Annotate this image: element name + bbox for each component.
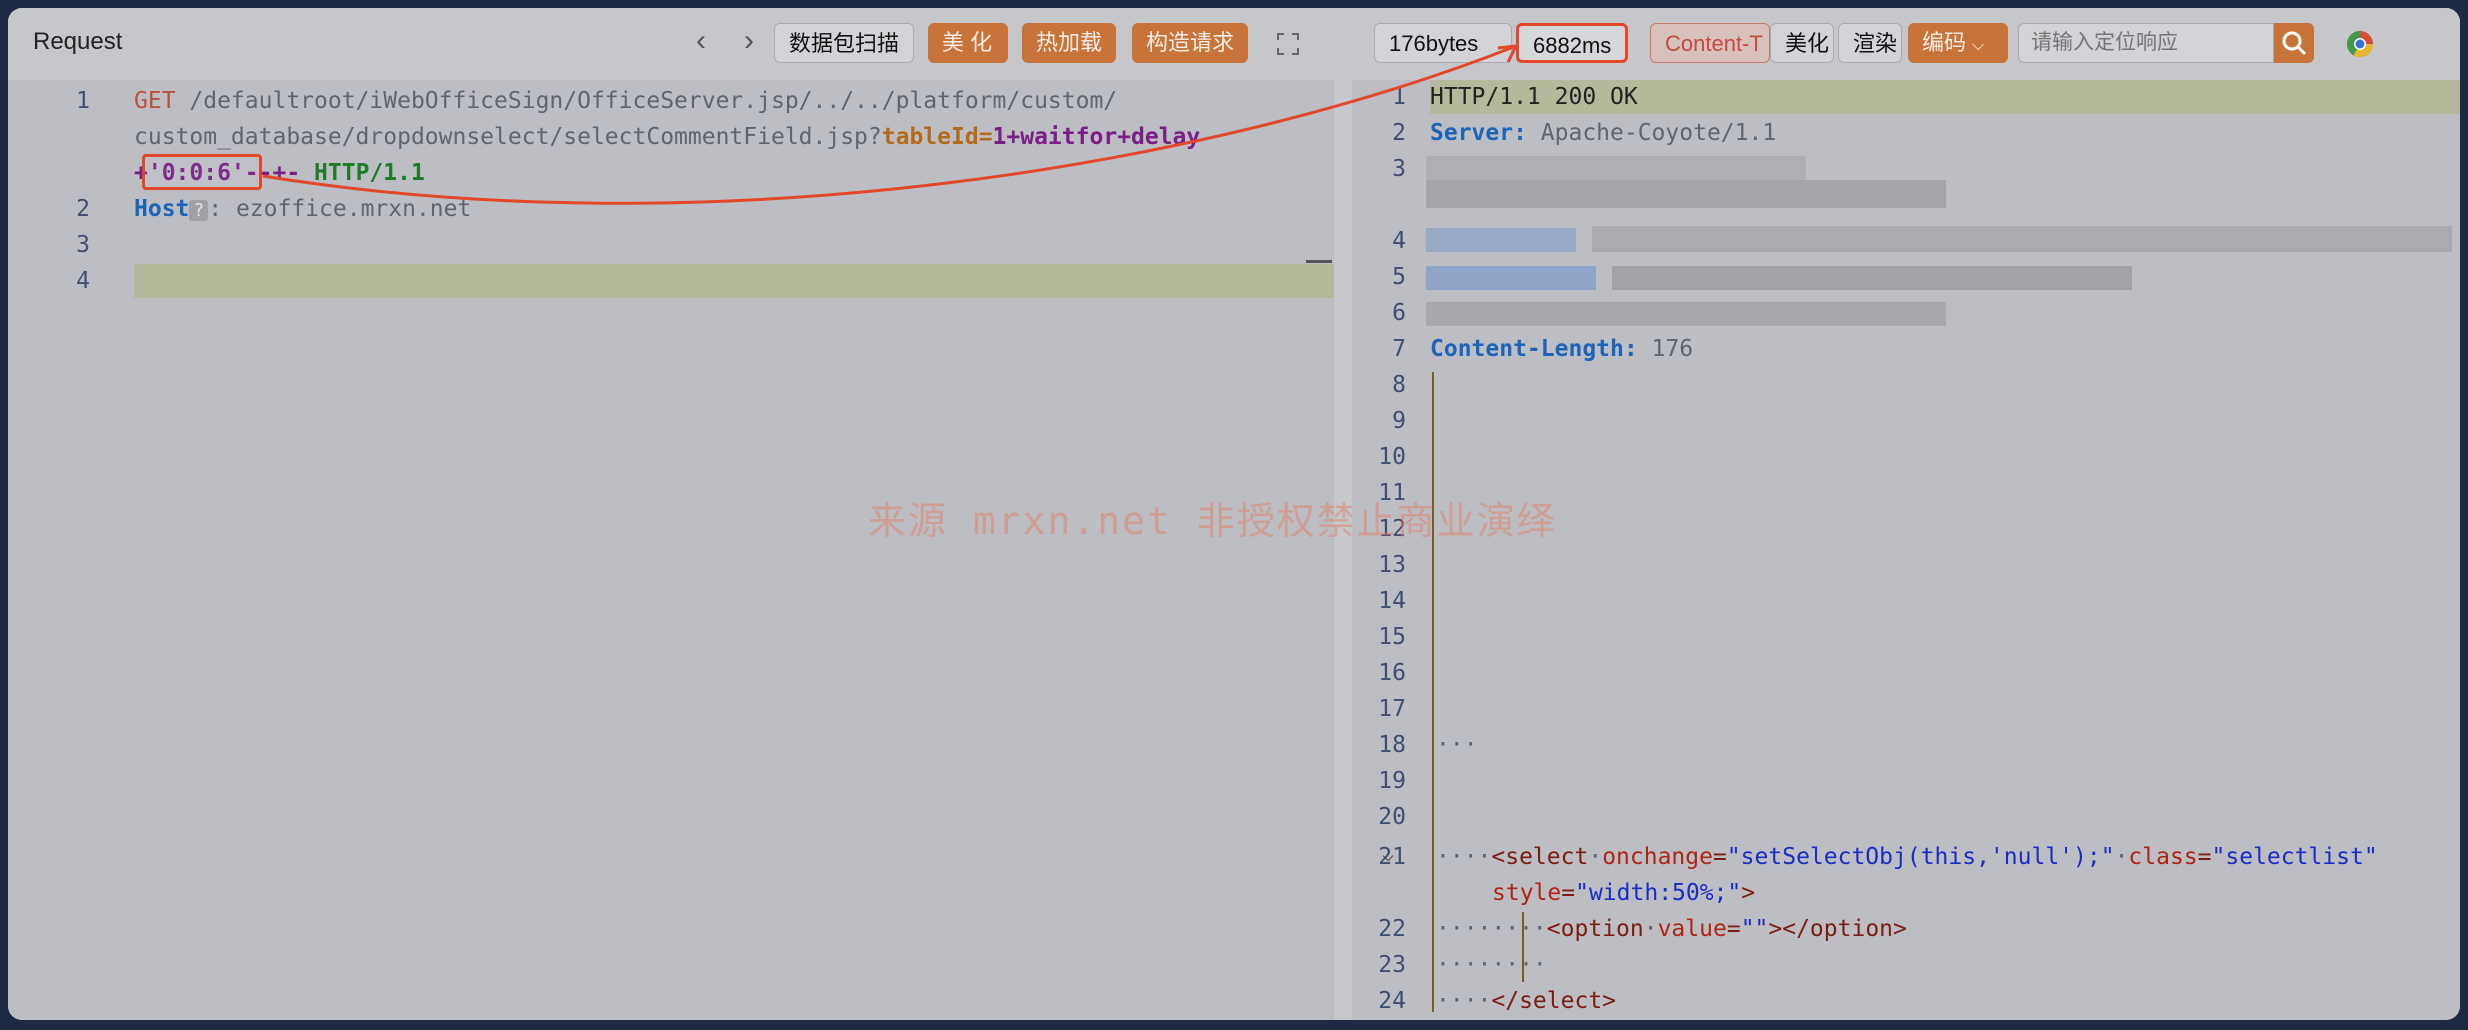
app-window: Request ‹ › 数据包扫描 美 化 热加载 构造请求 1 GET /de… xyxy=(8,8,2460,1020)
watermark-text: 来源 mrxn.net 非授权禁止商业演绎 xyxy=(868,499,1557,543)
